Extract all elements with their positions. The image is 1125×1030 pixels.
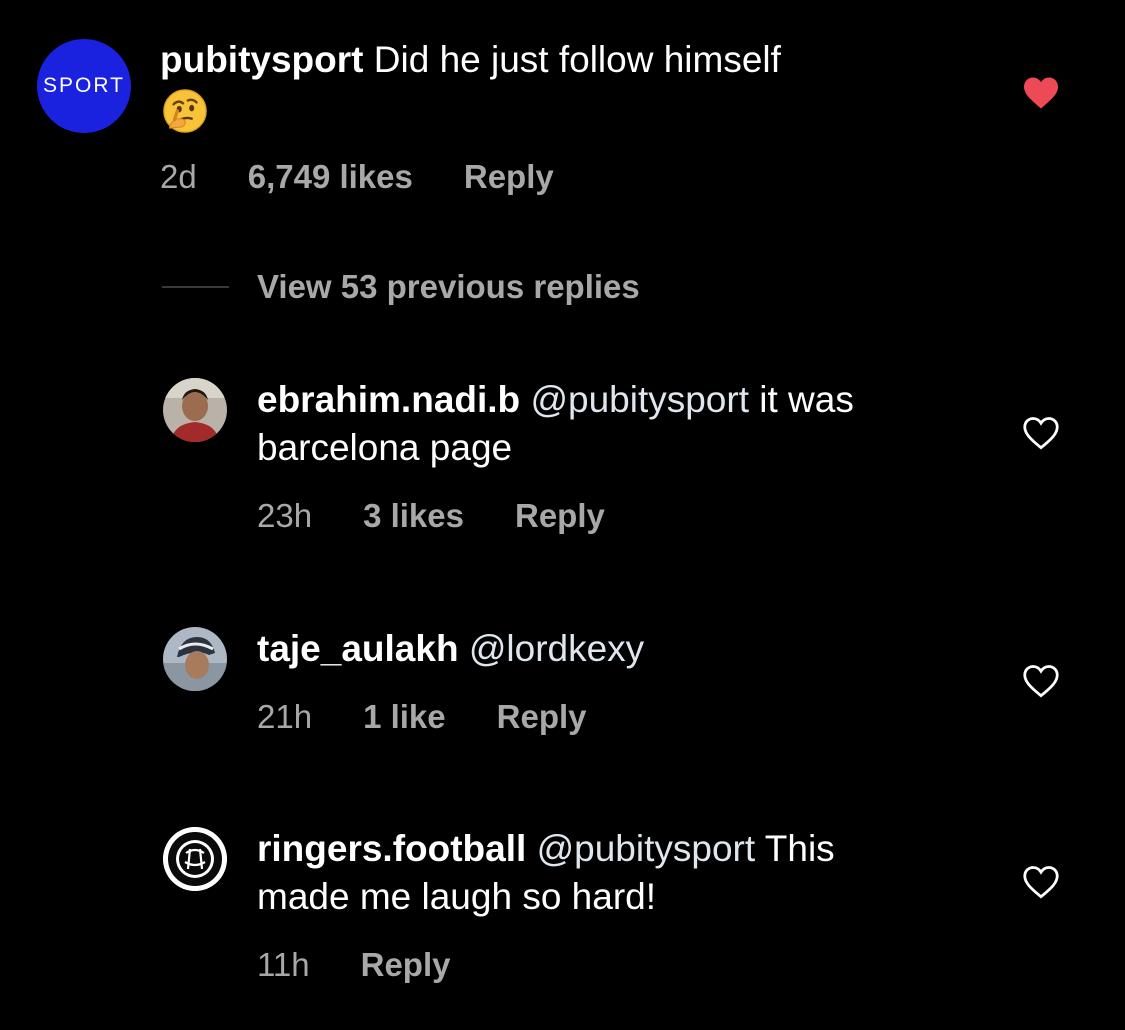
comments-screen: SPORT pubitysport Did he just follow him… — [0, 0, 1125, 1030]
mention-link[interactable]: @pubitysport — [530, 379, 749, 420]
reply-body-2: taje_aulakh @lordkexy — [257, 625, 997, 673]
heart-outline-icon[interactable] — [1022, 865, 1060, 899]
reply-button[interactable]: Reply — [497, 698, 587, 736]
user-photo-icon — [163, 378, 227, 442]
replies-divider — [162, 286, 229, 288]
ringers-avatar[interactable] — [163, 827, 227, 891]
user-photo-icon — [163, 627, 227, 691]
comment-text-line2: barcelona page — [257, 427, 513, 468]
comment-username[interactable]: pubitysport — [160, 39, 363, 80]
taje-avatar[interactable] — [163, 627, 227, 691]
comment-time: 2d — [160, 158, 197, 195]
mention-link[interactable]: @lordkexy — [469, 628, 644, 669]
comment-time: 21h — [257, 698, 313, 735]
reply-meta-1: 23h 3 likes Reply — [257, 497, 605, 535]
reply-body-3: ringers.football @pubitysport This made … — [257, 825, 997, 921]
mention-link[interactable]: @pubitysport — [537, 828, 756, 869]
comment-text: it was — [749, 379, 854, 420]
pubitysport-avatar[interactable]: SPORT — [37, 39, 131, 133]
comment-text: Did he just follow himself — [373, 39, 781, 80]
heart-outline-icon[interactable] — [1022, 416, 1060, 450]
comment-username[interactable]: taje_aulakh — [257, 628, 459, 669]
ebrahim-avatar[interactable] — [163, 378, 227, 442]
comment-username[interactable]: ringers.football — [257, 828, 526, 869]
comment-username[interactable]: ebrahim.nadi.b — [257, 379, 520, 420]
reply-button[interactable]: Reply — [515, 497, 605, 535]
comment-text-line2: made me laugh so hard! — [257, 876, 657, 917]
comment-time: 11h — [257, 946, 310, 983]
reply-meta-3: 11h Reply — [257, 946, 451, 984]
reply-button[interactable]: Reply — [361, 946, 451, 984]
likes-count[interactable]: 6,749 likes — [248, 158, 413, 196]
likes-count[interactable]: 3 likes — [363, 497, 464, 535]
comment-text: This — [755, 828, 835, 869]
football-logo-icon — [163, 827, 227, 891]
main-comment-meta: 2d 6,749 likes Reply — [160, 158, 554, 196]
liked-heart-icon[interactable] — [1022, 76, 1060, 110]
reply-meta-2: 21h 1 like Reply — [257, 698, 587, 736]
reply-body-1: ebrahim.nadi.b @pubitysport it was barce… — [257, 376, 997, 472]
reply-button[interactable]: Reply — [464, 158, 554, 196]
comment-time: 23h — [257, 497, 313, 534]
avatar-label: SPORT — [43, 74, 125, 97]
heart-outline-icon[interactable] — [1022, 664, 1060, 698]
view-previous-replies-button[interactable]: View 53 previous replies — [257, 268, 640, 306]
main-comment-body: pubitysport Did he just follow himself — [160, 36, 980, 134]
thinking-face-icon — [163, 89, 207, 134]
likes-count[interactable]: 1 like — [363, 698, 446, 736]
